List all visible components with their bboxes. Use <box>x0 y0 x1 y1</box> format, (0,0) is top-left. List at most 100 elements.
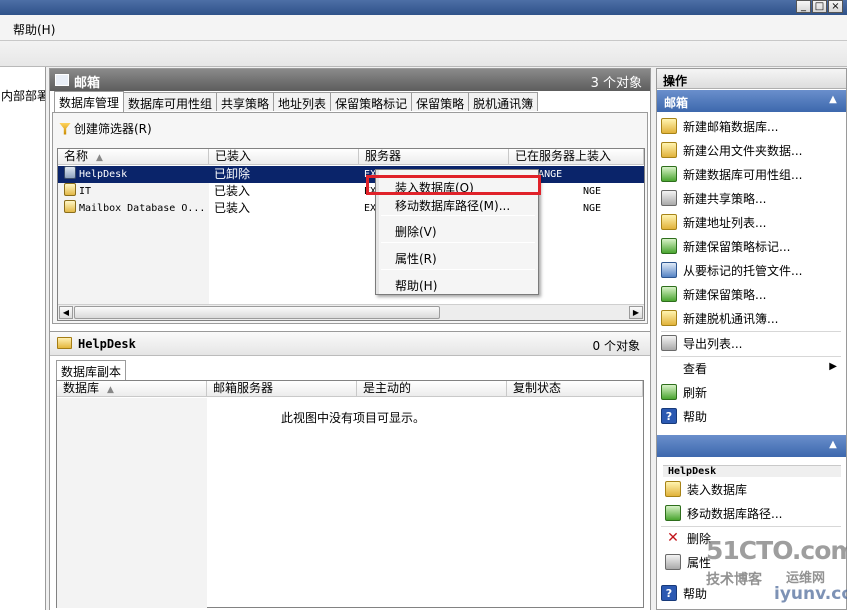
sharing-policy-icon <box>661 190 677 206</box>
table-row[interactable]: Mailbox Database O... 已装入 EX NGE <box>58 200 644 217</box>
details-object-count: 0 个对象 <box>592 339 640 353</box>
toolbar <box>0 41 847 67</box>
actions-section-selected[interactable]: ▲ <box>657 435 846 457</box>
col-header-is-active[interactable]: 是主动的 <box>357 381 507 397</box>
action-managed-folder-tag[interactable]: 从要标记的托管文件... <box>661 259 841 281</box>
col-header-mailbox-server[interactable]: 邮箱服务器 <box>207 381 357 397</box>
actions-header: 操作 <box>657 69 846 89</box>
properties-icon <box>665 554 681 570</box>
table-row[interactable]: HelpDesk 已卸除 EXCHANGE EXCHANGE <box>58 166 644 183</box>
details-pane-title: HelpDesk <box>78 337 136 351</box>
action-new-address-list[interactable]: 新建地址列表... <box>661 211 841 233</box>
mailbox-icon <box>55 74 69 86</box>
help-icon: ? <box>661 408 677 424</box>
col-header-server[interactable]: 服务器 <box>359 149 509 165</box>
submenu-arrow-icon: ▶ <box>829 361 837 372</box>
tab-dag[interactable]: 数据库可用性组 <box>123 92 218 111</box>
database-icon <box>64 183 76 196</box>
action-view[interactable]: 查看 ▶ <box>661 357 841 379</box>
move-path-icon <box>665 505 681 521</box>
col-header-mounted-on-server[interactable]: 已在服务器上装入 <box>509 149 644 165</box>
col-header-mounted[interactable]: 已装入 <box>209 149 359 165</box>
result-pane-header: 邮箱 3 个对象 <box>50 69 650 91</box>
database-list: 名称▲ 已装入 服务器 已在服务器上装入 HelpDesk 已卸除 EXCHAN… <box>57 148 645 321</box>
scroll-left-icon[interactable]: ◀ <box>59 306 73 319</box>
create-filter-label: 创建筛选器(R) <box>74 122 152 136</box>
menu-bar: 帮助(H) <box>0 15 847 41</box>
action-new-offline-address-book[interactable]: 新建脱机通讯簿... <box>661 307 841 329</box>
ctx-help[interactable]: 帮助(H) <box>395 277 437 294</box>
action-new-dag[interactable]: 新建数据库可用性组... <box>661 163 841 185</box>
scroll-right-icon[interactable]: ▶ <box>629 306 643 319</box>
action-export-list[interactable]: 导出列表... <box>661 332 841 354</box>
tab-retention-policy[interactable]: 保留策略 <box>411 92 470 111</box>
maximize-button[interactable]: □ <box>812 0 827 13</box>
empty-list-message: 此视图中没有项目可显示。 <box>281 411 426 425</box>
tab-retention-tags[interactable]: 保留策略标记 <box>330 92 413 111</box>
refresh-icon <box>661 384 677 400</box>
database-folder-icon <box>57 337 72 349</box>
collapse-icon[interactable]: ▲ <box>826 93 840 107</box>
tab-body: 创建筛选器(R) 名称 ▲ 已装入 服务器 已在服务器上装入 HelpDesk 已… <box>52 112 648 324</box>
database-copies-list: 数据库 ▲ 邮箱服务器 是主动的 复制状态 此视图中没有项目可显示。 <box>56 380 644 608</box>
details-pane-header: HelpDesk 0 个对象 <box>50 332 650 356</box>
console-tree: 内部部署 <box>0 67 46 610</box>
export-list-icon <box>661 335 677 351</box>
minimize-button[interactable]: _ <box>796 0 811 13</box>
object-count: 3 个对象 <box>590 76 642 91</box>
table-row[interactable]: IT 已装入 EX NGE <box>58 183 644 200</box>
action-help[interactable]: ? 帮助 <box>661 405 841 427</box>
action-new-retention-tag[interactable]: 新建保留策略标记... <box>661 235 841 257</box>
tab-database-copies[interactable]: 数据库副本 <box>56 360 127 380</box>
col-header-copy-status[interactable]: 复制状态 <box>507 381 643 397</box>
collapse-icon[interactable]: ▲ <box>826 438 840 452</box>
help-icon: ? <box>661 585 677 601</box>
sort-arrow-icon: ▲ <box>96 153 103 163</box>
action-refresh[interactable]: 刷新 <box>661 381 841 403</box>
address-list-icon <box>661 214 677 230</box>
scrollbar-thumb[interactable] <box>74 306 440 319</box>
offline-address-book-icon <box>661 310 677 326</box>
action-new-public-folder-database[interactable]: 新建公用文件夹数据... <box>661 139 841 161</box>
managed-folder-icon <box>661 262 677 278</box>
tree-node-on-premises[interactable]: 内部部署 <box>1 87 45 104</box>
mount-database-icon <box>665 481 681 497</box>
result-pane-title: 邮箱 <box>74 76 101 91</box>
ctx-move-database-path[interactable]: 移动数据库路径(M)... <box>395 197 510 214</box>
actions-pane: 操作 邮箱 ▲ 新建邮箱数据库... 新建公用文件夹数据... 新建数据库可用性… <box>656 68 847 610</box>
window-title-bar: _ □ × <box>0 0 847 15</box>
new-dag-icon <box>661 166 677 182</box>
tab-offline-address-book[interactable]: 脱机通讯簿 <box>468 92 539 111</box>
ctx-remove[interactable]: 删除(V) <box>395 223 437 240</box>
database-dismounted-icon <box>64 166 76 179</box>
highlight-box <box>366 175 541 195</box>
actions-section-mailbox[interactable]: 邮箱 ▲ <box>657 90 846 112</box>
col-header-name[interactable]: 名称 ▲ <box>58 149 209 165</box>
retention-tag-icon <box>661 238 677 254</box>
horizontal-scrollbar[interactable]: ◀ ▶ <box>58 304 644 320</box>
ctx-properties[interactable]: 属性(R) <box>395 250 437 267</box>
database-icon <box>64 200 76 213</box>
actions-helpdesk-header: HelpDesk <box>663 465 841 477</box>
filter-icon <box>59 122 71 135</box>
action-move-database-path[interactable]: 移动数据库路径... <box>665 502 841 524</box>
sort-arrow-icon: ▲ <box>107 385 114 395</box>
tab-address-list[interactable]: 地址列表 <box>273 92 332 111</box>
action-new-mailbox-database[interactable]: 新建邮箱数据库... <box>661 115 841 137</box>
menu-help[interactable]: 帮助(H) <box>13 21 55 38</box>
watermark: 51CTO.com 技术博客 运维网 iyunv.com <box>706 536 847 604</box>
create-filter-button[interactable]: 创建筛选器(R) <box>59 120 152 137</box>
col-header-database[interactable]: 数据库 ▲ <box>57 381 207 397</box>
result-pane: 邮箱 3 个对象 数据库管理 数据库可用性组 共享策略 地址列表 保留策略标记 … <box>49 68 651 610</box>
close-button[interactable]: × <box>828 0 843 13</box>
action-new-sharing-policy[interactable]: 新建共享策略... <box>661 187 841 209</box>
action-new-retention-policy[interactable]: 新建保留策略... <box>661 283 841 305</box>
retention-policy-icon <box>661 286 677 302</box>
tab-database-management[interactable]: 数据库管理 <box>54 91 125 112</box>
tab-strip: 数据库管理 数据库可用性组 共享策略 地址列表 保留策略标记 保留策略 脱机通讯… <box>54 91 539 112</box>
new-public-folder-icon <box>661 142 677 158</box>
new-database-icon <box>661 118 677 134</box>
delete-icon: ✕ <box>667 530 679 546</box>
tab-sharing-policy[interactable]: 共享策略 <box>216 92 275 111</box>
action-mount-database[interactable]: 装入数据库 <box>665 478 841 500</box>
